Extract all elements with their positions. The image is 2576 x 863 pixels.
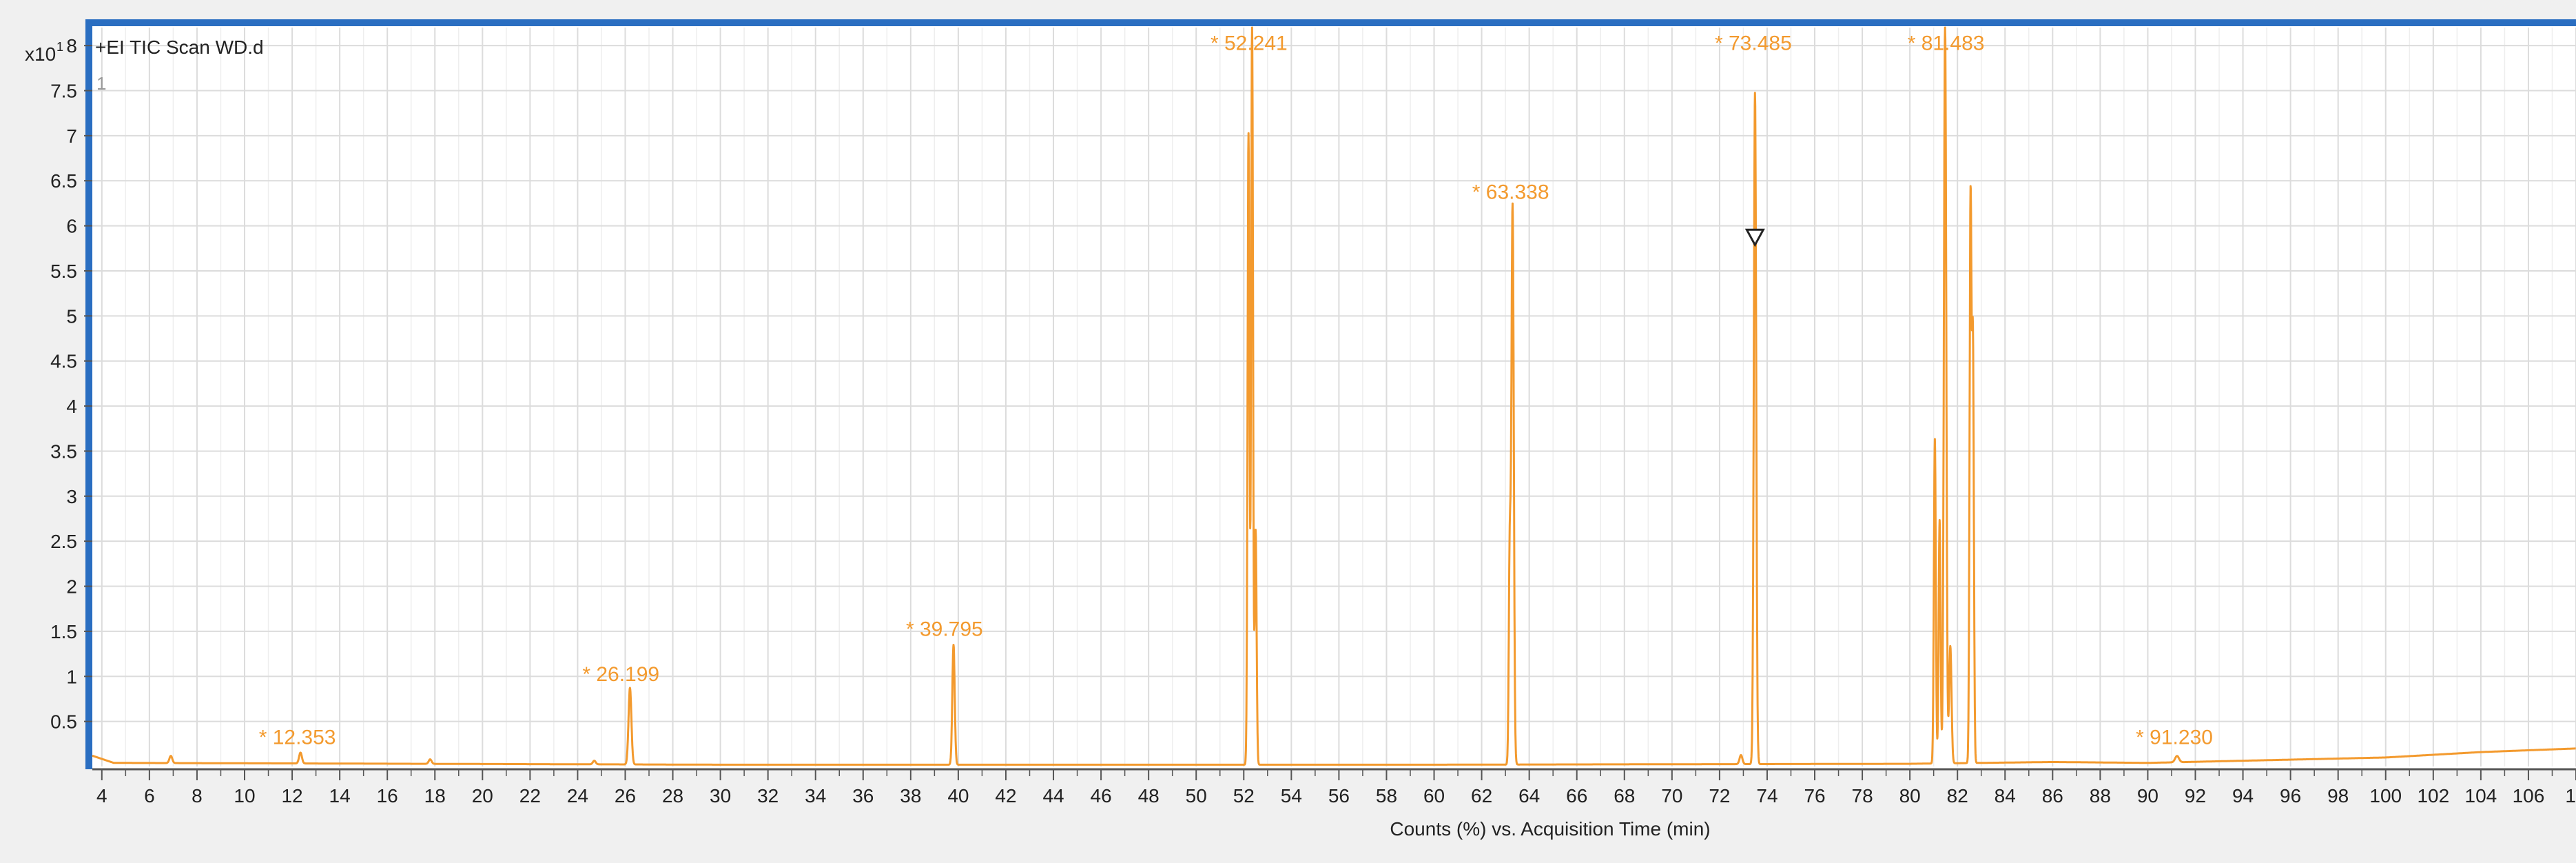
- x-tick-label: 54: [1281, 785, 1302, 806]
- y-tick-label: 6: [66, 216, 77, 237]
- x-tick-label: 30: [710, 785, 731, 806]
- x-tick-label: 64: [1518, 785, 1540, 806]
- x-tick-label: 40: [947, 785, 969, 806]
- x-tick-label: 46: [1091, 785, 1112, 806]
- y-tick-label: 6.5: [50, 170, 77, 192]
- x-tick-label: 28: [662, 785, 683, 806]
- x-tick-label: 20: [472, 785, 493, 806]
- x-tick-label: 92: [2185, 785, 2206, 806]
- x-tick-label: 34: [805, 785, 826, 806]
- x-tick-label: 98: [2327, 785, 2349, 806]
- x-tick-label: 74: [1756, 785, 1778, 806]
- y-tick-label: 5.5: [50, 261, 77, 282]
- y-tick-label: 1: [66, 666, 77, 687]
- x-tick-label: 102: [2417, 785, 2449, 806]
- y-tick-label: 4: [66, 396, 77, 417]
- peak-label: * 91.230: [2136, 726, 2213, 749]
- trace-title: +EI TIC Scan WD.d: [95, 37, 264, 58]
- x-tick-label: 44: [1042, 785, 1064, 806]
- y-tick-label: 2: [66, 576, 77, 598]
- plot-background: [88, 25, 2576, 769]
- chromatogram-window: * 12.353 * 26.199 * 39.795 * 52.241 * 63.338…: [0, 0, 2576, 863]
- x-tick-label: 6: [144, 785, 155, 806]
- peak-label: * 63.338: [1472, 181, 1549, 203]
- x-tick-label: 16: [377, 785, 398, 806]
- x-tick-label: 88: [2090, 785, 2111, 806]
- x-tick-label: 10: [234, 785, 255, 806]
- x-tick-label: 32: [757, 785, 779, 806]
- x-tick-label: 22: [519, 785, 541, 806]
- x-tick-label: 10: [2565, 785, 2576, 806]
- x-tick-label: 106: [2513, 785, 2545, 806]
- x-tick-label: 78: [1852, 785, 1873, 806]
- x-tick-label: 80: [1899, 785, 1921, 806]
- peak-label: * 12.353: [259, 726, 336, 749]
- y-tick-label: 4.5: [50, 351, 77, 372]
- y-tick-label: 3: [66, 486, 77, 507]
- x-tick-label: 66: [1566, 785, 1587, 806]
- multiplier-exponent: 1: [56, 40, 63, 54]
- y-tick-label: 3.5: [50, 440, 77, 462]
- x-tick-label: 56: [1328, 785, 1350, 806]
- x-tick-label: 42: [995, 785, 1016, 806]
- x-tick-label: 96: [2280, 785, 2301, 806]
- x-tick-label: 94: [2232, 785, 2254, 806]
- x-tick-label: 90: [2137, 785, 2158, 806]
- x-tick-label: 100: [2369, 785, 2402, 806]
- y-tick-label: 8: [66, 35, 77, 57]
- x-tick-label: 36: [852, 785, 874, 806]
- x-tick-label: 104: [2465, 785, 2497, 806]
- x-tick-label: 52: [1233, 785, 1255, 806]
- y-tick-label: 7.5: [50, 81, 77, 102]
- x-tick-label: 76: [1804, 785, 1825, 806]
- y-tick-label: 7: [66, 125, 77, 147]
- y-tick-label: 5: [66, 305, 77, 327]
- peak-label: * 26.199: [582, 663, 659, 686]
- trace-index: 1: [96, 73, 106, 94]
- x-tick-label: 70: [1661, 785, 1682, 806]
- y-tick-label: 2.5: [50, 531, 77, 552]
- x-tick-label: 62: [1471, 785, 1492, 806]
- x-tick-label: 8: [192, 785, 203, 806]
- x-tick-label: 26: [615, 785, 636, 806]
- x-tick-label: 12: [281, 785, 302, 806]
- x-tick-label: 60: [1423, 785, 1445, 806]
- y-tick-label: 1.5: [50, 621, 77, 642]
- peak-label: * 39.795: [906, 618, 983, 640]
- x-tick-label: 84: [1995, 785, 2016, 806]
- x-tick-label: 14: [329, 785, 351, 806]
- tic-chart[interactable]: * 12.353 * 26.199 * 39.795 * 52.241 * 63.338…: [0, 0, 2576, 863]
- x-tick-label: 82: [1947, 785, 1968, 806]
- panel-left-border: [85, 19, 92, 769]
- x-tick-label: 48: [1138, 785, 1160, 806]
- x-tick-label: 24: [567, 785, 588, 806]
- panel-top-border: [85, 19, 2576, 26]
- multiplier-label: x10: [25, 43, 56, 65]
- x-tick-label: 58: [1376, 785, 1397, 806]
- x-tick-label: 68: [1614, 785, 1635, 806]
- x-tick-label: 4: [96, 785, 107, 806]
- y-tick-label: 0.5: [50, 711, 77, 733]
- x-tick-label: 18: [424, 785, 446, 806]
- peak-label: * 81.483: [1908, 32, 1985, 55]
- x-tick-label: 72: [1709, 785, 1730, 806]
- peak-label: * 52.241: [1210, 32, 1288, 55]
- x-tick-label: 50: [1186, 785, 1207, 806]
- x-tick-label: 86: [2042, 785, 2063, 806]
- x-axis-label: Counts (%) vs. Acquisition Time (min): [1390, 818, 1710, 840]
- x-tick-label: 38: [900, 785, 921, 806]
- peak-label: * 73.485: [1715, 32, 1792, 55]
